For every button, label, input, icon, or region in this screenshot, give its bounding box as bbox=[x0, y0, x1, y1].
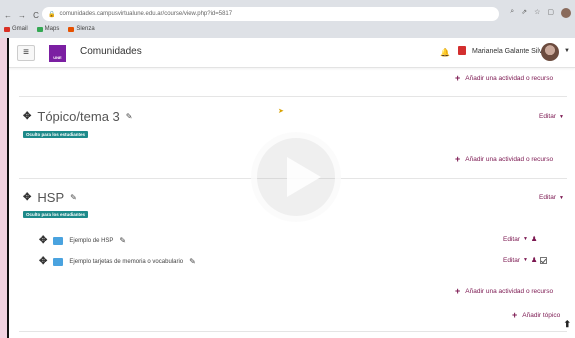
menu-icon[interactable]: ≡ bbox=[17, 45, 35, 61]
reload-icon[interactable]: C bbox=[30, 11, 42, 20]
move-icon[interactable]: ✥ bbox=[39, 256, 47, 267]
person-icon[interactable]: ♟ bbox=[531, 235, 537, 243]
activity-link[interactable]: Ejemplo de HSP bbox=[69, 238, 113, 244]
activity-item: ✥ Ejemplo tarjetas de memoria o vocabula… bbox=[39, 256, 196, 267]
plus-icon: + bbox=[455, 154, 461, 164]
video-play-button[interactable] bbox=[251, 132, 341, 222]
pencil-icon[interactable]: ✎ bbox=[189, 257, 196, 266]
forward-icon[interactable]: → bbox=[16, 11, 28, 20]
person-icon[interactable]: ♟ bbox=[531, 256, 537, 264]
share-icon[interactable]: ⇗ bbox=[521, 8, 527, 18]
slenza-icon bbox=[68, 26, 75, 32]
zoom-icon[interactable]: ⌕ bbox=[510, 8, 514, 18]
hidden-badge: Oculto para los estudiantes bbox=[23, 211, 89, 218]
browser-actions: ⌕ ⇗ ☆ ▢ bbox=[510, 8, 571, 18]
maps-icon bbox=[36, 26, 43, 32]
activity-item: ✥ Ejemplo de HSP ✎ bbox=[39, 235, 126, 246]
section-divider bbox=[19, 96, 567, 97]
section-divider bbox=[19, 331, 567, 332]
section-name[interactable]: Tópico/tema 3 bbox=[37, 109, 119, 124]
bookmark-slenza[interactable]: Slenza bbox=[68, 26, 95, 32]
section-name[interactable]: HSP bbox=[37, 190, 64, 205]
completion-checkbox-icon[interactable] bbox=[540, 256, 548, 264]
back-icon[interactable]: ← bbox=[2, 11, 14, 20]
mouse-cursor-icon: ➤ bbox=[278, 108, 284, 115]
back-to-top-icon[interactable]: ⬆ bbox=[563, 319, 571, 330]
bell-icon[interactable]: 🔔 bbox=[440, 48, 450, 57]
gmail-icon bbox=[4, 26, 10, 32]
caret-down-icon: ▼ bbox=[558, 113, 564, 120]
pencil-icon[interactable]: ✎ bbox=[70, 193, 77, 202]
pencil-icon[interactable]: ✎ bbox=[126, 112, 133, 121]
h5p-icon bbox=[53, 236, 64, 245]
browser-toolbar: ← → C 🔒 comunidades.campusvirtualune.edu… bbox=[0, 6, 575, 24]
address-bar[interactable]: 🔒 comunidades.campusvirtualune.edu.ar/co… bbox=[42, 7, 499, 21]
bookmarks-bar: Gmail Maps Slenza bbox=[4, 26, 95, 32]
activity-edit-menu[interactable]: Editar ▼ ♟ bbox=[503, 256, 548, 264]
bookmark-maps[interactable]: Maps bbox=[36, 26, 59, 32]
site-logo[interactable]: UNE bbox=[49, 45, 66, 62]
move-icon[interactable]: ✥ bbox=[23, 111, 31, 122]
activity-link[interactable]: Ejemplo tarjetas de memoria o vocabulari… bbox=[69, 259, 183, 265]
site-name[interactable]: Comunidades bbox=[80, 46, 142, 57]
hidden-badge: Oculto para los estudiantes bbox=[23, 131, 89, 138]
url-text: comunidades.campusvirtualune.edu.ar/cour… bbox=[59, 11, 233, 17]
chevron-down-icon[interactable]: ▼ bbox=[564, 48, 570, 54]
messages-icon[interactable] bbox=[458, 46, 466, 55]
add-activity-link[interactable]: + Añadir una actividad o recurso bbox=[455, 73, 553, 83]
star-icon[interactable]: ☆ bbox=[534, 8, 540, 18]
profile-icon[interactable] bbox=[561, 8, 571, 18]
avatar[interactable] bbox=[541, 43, 559, 61]
user-name[interactable]: Marianela Galante Silva bbox=[472, 48, 546, 55]
play-icon bbox=[287, 157, 321, 197]
caret-down-icon: ▼ bbox=[522, 236, 528, 242]
section-title: ✥ HSP ✎ bbox=[23, 190, 77, 205]
plus-icon: + bbox=[512, 310, 518, 320]
add-activity-link[interactable]: + Añadir una actividad o recurso bbox=[455, 286, 553, 296]
section-title: ✥ Tópico/tema 3 ✎ bbox=[23, 109, 132, 124]
add-topic-link[interactable]: + Añadir tópico bbox=[512, 310, 560, 320]
caret-down-icon: ▼ bbox=[558, 194, 564, 201]
activity-edit-menu[interactable]: Editar ▼ ♟ bbox=[503, 235, 537, 244]
plus-icon: + bbox=[455, 286, 461, 296]
move-icon[interactable]: ✥ bbox=[23, 192, 31, 203]
edit-menu[interactable]: Editar ▼ bbox=[539, 194, 564, 201]
pencil-icon[interactable]: ✎ bbox=[119, 236, 126, 245]
navbar: ≡ UNE Comunidades 🔔 Marianela Galante Si… bbox=[9, 38, 575, 68]
browser-chrome: ← → C 🔒 comunidades.campusvirtualune.edu… bbox=[0, 0, 575, 38]
lock-icon: 🔒 bbox=[48, 11, 56, 18]
plus-icon: + bbox=[455, 73, 461, 83]
h5p-icon bbox=[53, 257, 64, 266]
bookmark-gmail[interactable]: Gmail bbox=[4, 26, 28, 32]
window-icon[interactable]: ▢ bbox=[547, 8, 554, 18]
caret-down-icon: ▼ bbox=[522, 257, 528, 263]
move-icon[interactable]: ✥ bbox=[39, 235, 47, 246]
add-activity-link[interactable]: + Añadir una actividad o recurso bbox=[455, 154, 553, 164]
edit-menu[interactable]: Editar ▼ bbox=[539, 113, 564, 120]
